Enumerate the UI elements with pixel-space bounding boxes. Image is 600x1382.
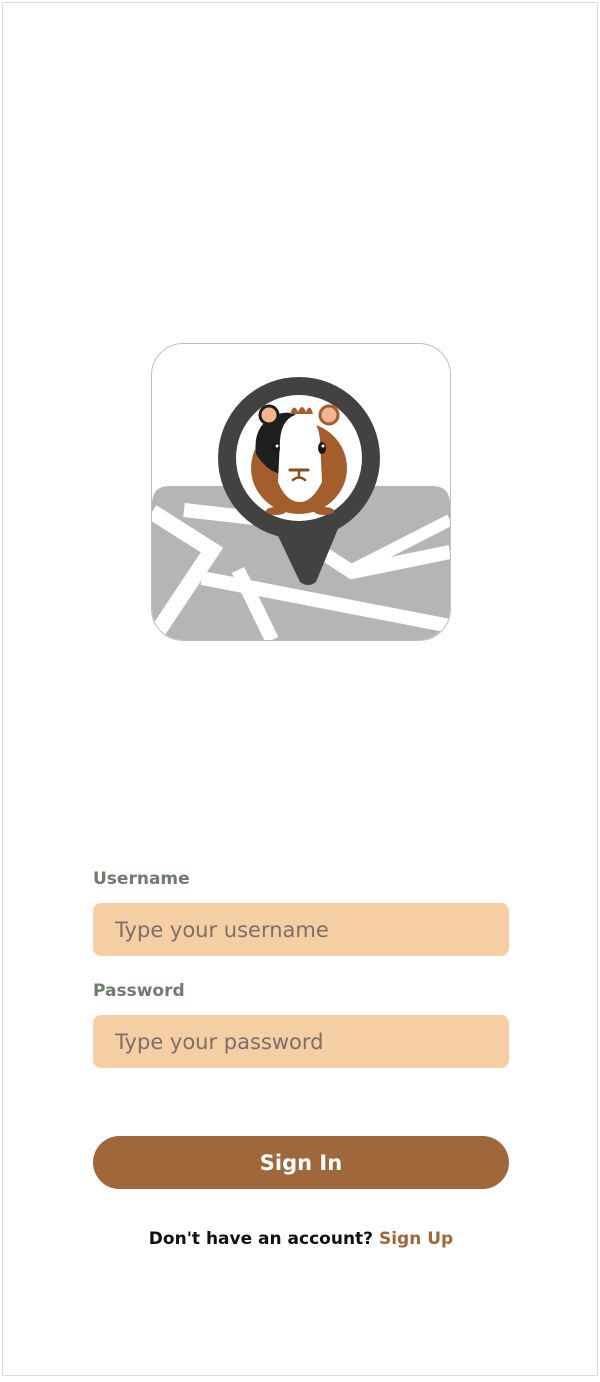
signup-prompt-text: Don't have an account? bbox=[148, 1229, 379, 1249]
login-screen: Username Password Sign In Don't have an … bbox=[2, 2, 598, 1376]
password-label: Password bbox=[93, 981, 185, 1001]
guinea-pig-map-pin-icon bbox=[152, 377, 450, 640]
app-logo bbox=[151, 343, 451, 641]
signup-prompt: Don't have an account? Sign Up bbox=[3, 1229, 599, 1249]
username-label: Username bbox=[93, 869, 190, 889]
username-input[interactable] bbox=[93, 903, 509, 956]
password-input[interactable] bbox=[93, 1015, 509, 1068]
sign-up-link[interactable]: Sign Up bbox=[379, 1229, 453, 1249]
sign-in-button[interactable]: Sign In bbox=[93, 1136, 509, 1189]
